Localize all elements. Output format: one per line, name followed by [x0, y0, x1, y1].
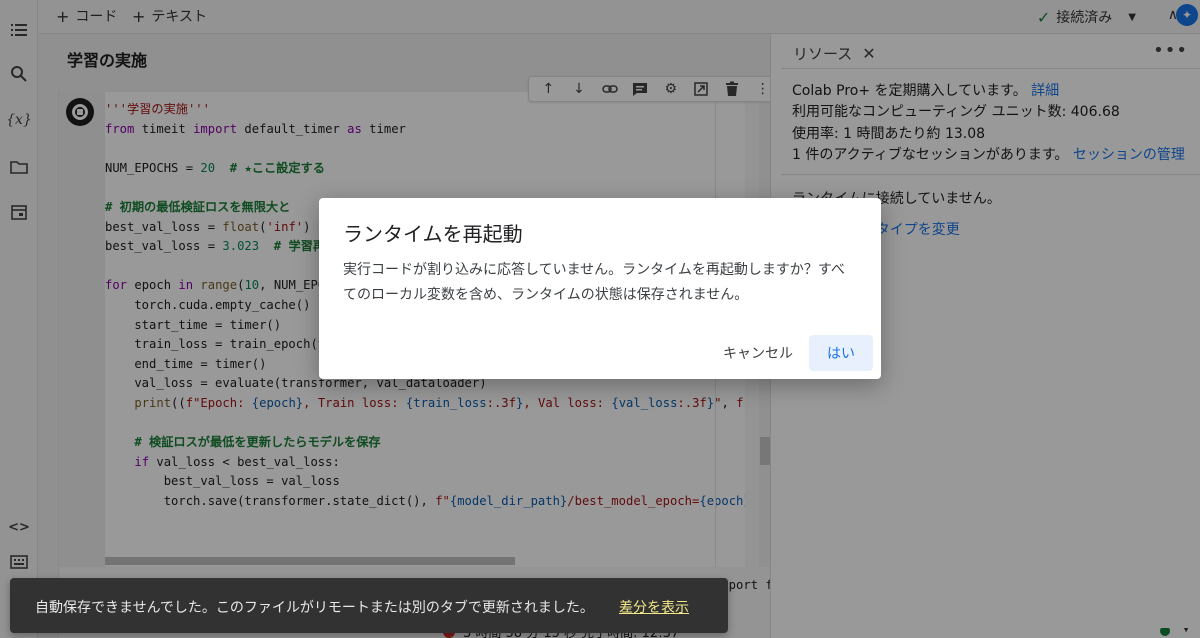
autosave-snackbar: 自動保存できませんでした。このファイルがリモートまたは別のタブで更新されました。…	[10, 578, 728, 633]
show-diff-link[interactable]: 差分を表示	[619, 597, 689, 617]
dialog-message: 実行コードが割り込みに応答していません。ランタイムを再起動しますか？すべてのロー…	[343, 262, 845, 303]
dialog-title: ランタイムを再起動	[343, 222, 523, 246]
confirm-restart-button[interactable]: はい	[809, 335, 873, 371]
snackbar-message: 自動保存できませんでした。このファイルがリモートまたは別のタブで更新されました。	[35, 600, 594, 616]
restart-runtime-dialog: ランタイムを再起動 実行コードが割り込みに応答していません。ランタイムを再起動し…	[319, 198, 881, 379]
cancel-button[interactable]: キャンセル	[713, 335, 803, 371]
